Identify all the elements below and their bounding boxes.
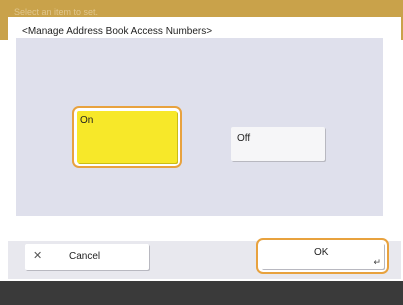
dialog-title: <Manage Address Book Access Numbers> bbox=[22, 26, 213, 37]
on-option-label: On bbox=[80, 115, 94, 126]
background-instruction-text: Select an item to set. bbox=[14, 7, 99, 17]
off-option-label: Off bbox=[237, 133, 251, 144]
on-option-button[interactable]: On bbox=[72, 106, 182, 168]
cancel-label: Cancel bbox=[69, 251, 101, 262]
enter-icon: ↵ bbox=[373, 257, 381, 267]
off-option-button[interactable]: Off bbox=[231, 127, 325, 161]
ok-button[interactable]: OK ↵ bbox=[256, 238, 389, 274]
ok-label: OK bbox=[314, 247, 329, 258]
bottom-status-bar bbox=[0, 281, 403, 305]
cancel-button[interactable]: ✕ Cancel bbox=[25, 244, 149, 270]
close-icon: ✕ bbox=[33, 250, 43, 262]
